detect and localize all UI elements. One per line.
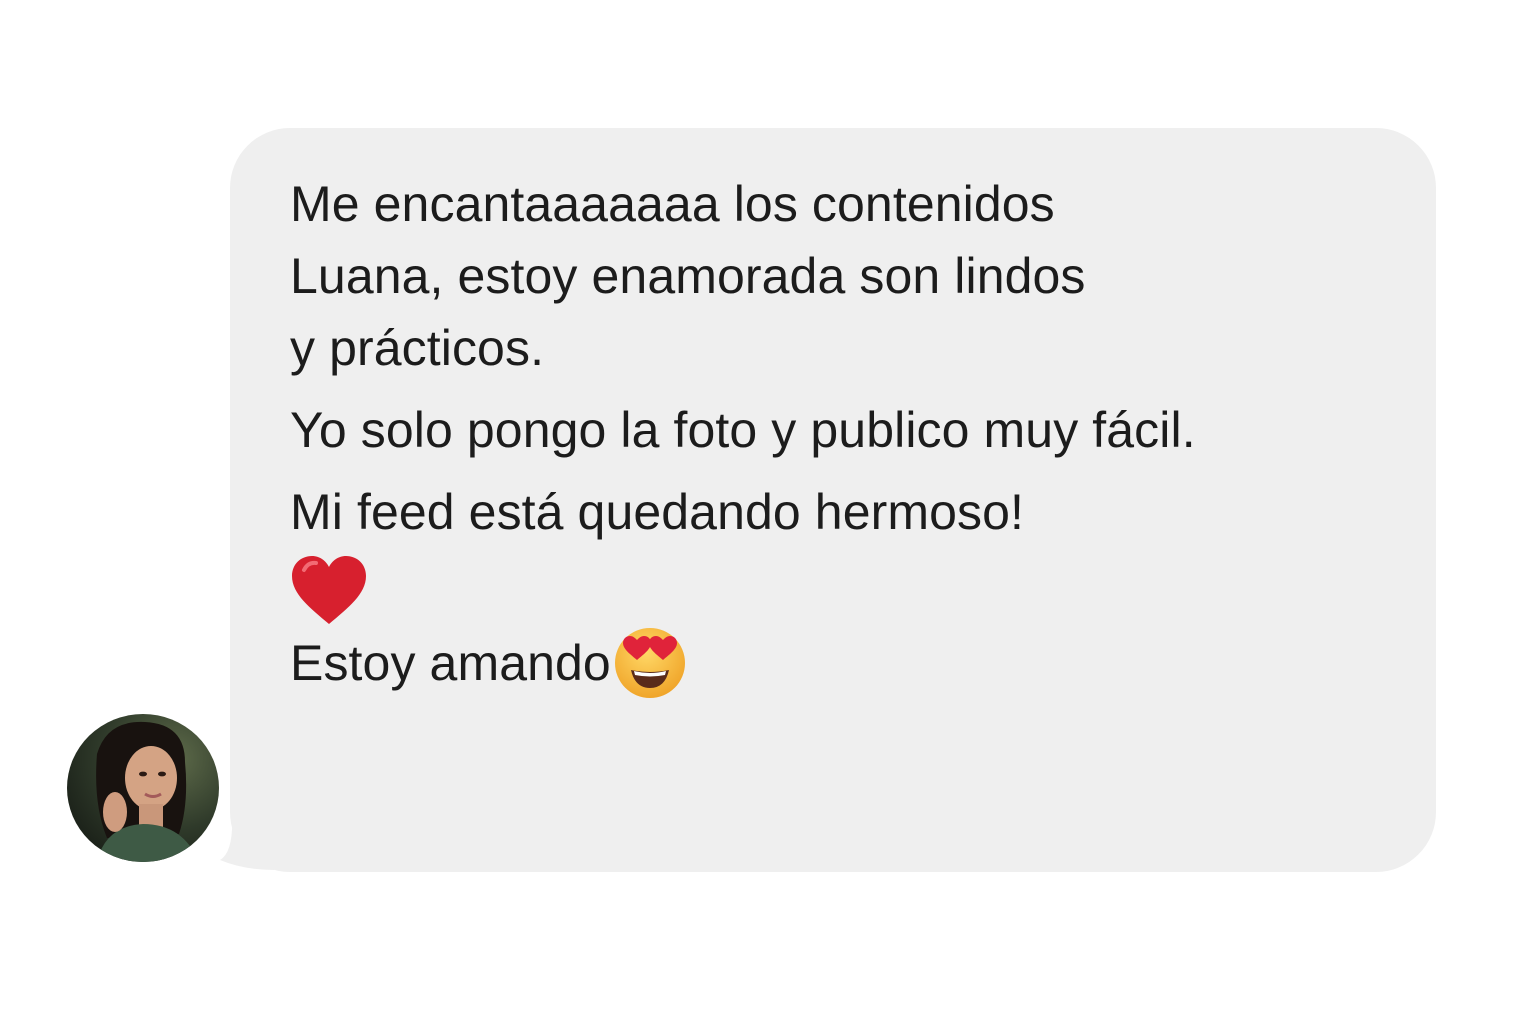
- message-line: Luana, estoy enamorada son lindos: [290, 248, 1086, 304]
- message-line: Yo solo pongo la foto y publico muy fáci…: [290, 402, 1196, 458]
- message-line: Mi feed está quedando hermoso!: [290, 484, 1025, 540]
- message-paragraph-1: Me encantaaaaaaa los contenidos Luana, e…: [290, 168, 1376, 384]
- message-line: y prácticos.: [290, 320, 545, 376]
- profile-photo: [67, 714, 219, 862]
- message-paragraph-2: Yo solo pongo la foto y publico muy fáci…: [290, 394, 1376, 466]
- red-heart-icon: [292, 556, 366, 624]
- heart-eyes-face-icon: [614, 628, 685, 698]
- chat-message-row: Me encantaaaaaaa los contenidos Luana, e…: [0, 0, 1536, 1024]
- avatar[interactable]: [67, 714, 219, 862]
- message-paragraph-3: Mi feed está quedando hermoso!: [290, 476, 1376, 548]
- message-line: Me encantaaaaaaa los contenidos: [290, 176, 1055, 232]
- message-bubble[interactable]: Me encantaaaaaaa los contenidos Luana, e…: [230, 128, 1436, 872]
- message-line: Estoy amando: [290, 635, 611, 691]
- message-last-line: Estoy amando: [290, 626, 1376, 700]
